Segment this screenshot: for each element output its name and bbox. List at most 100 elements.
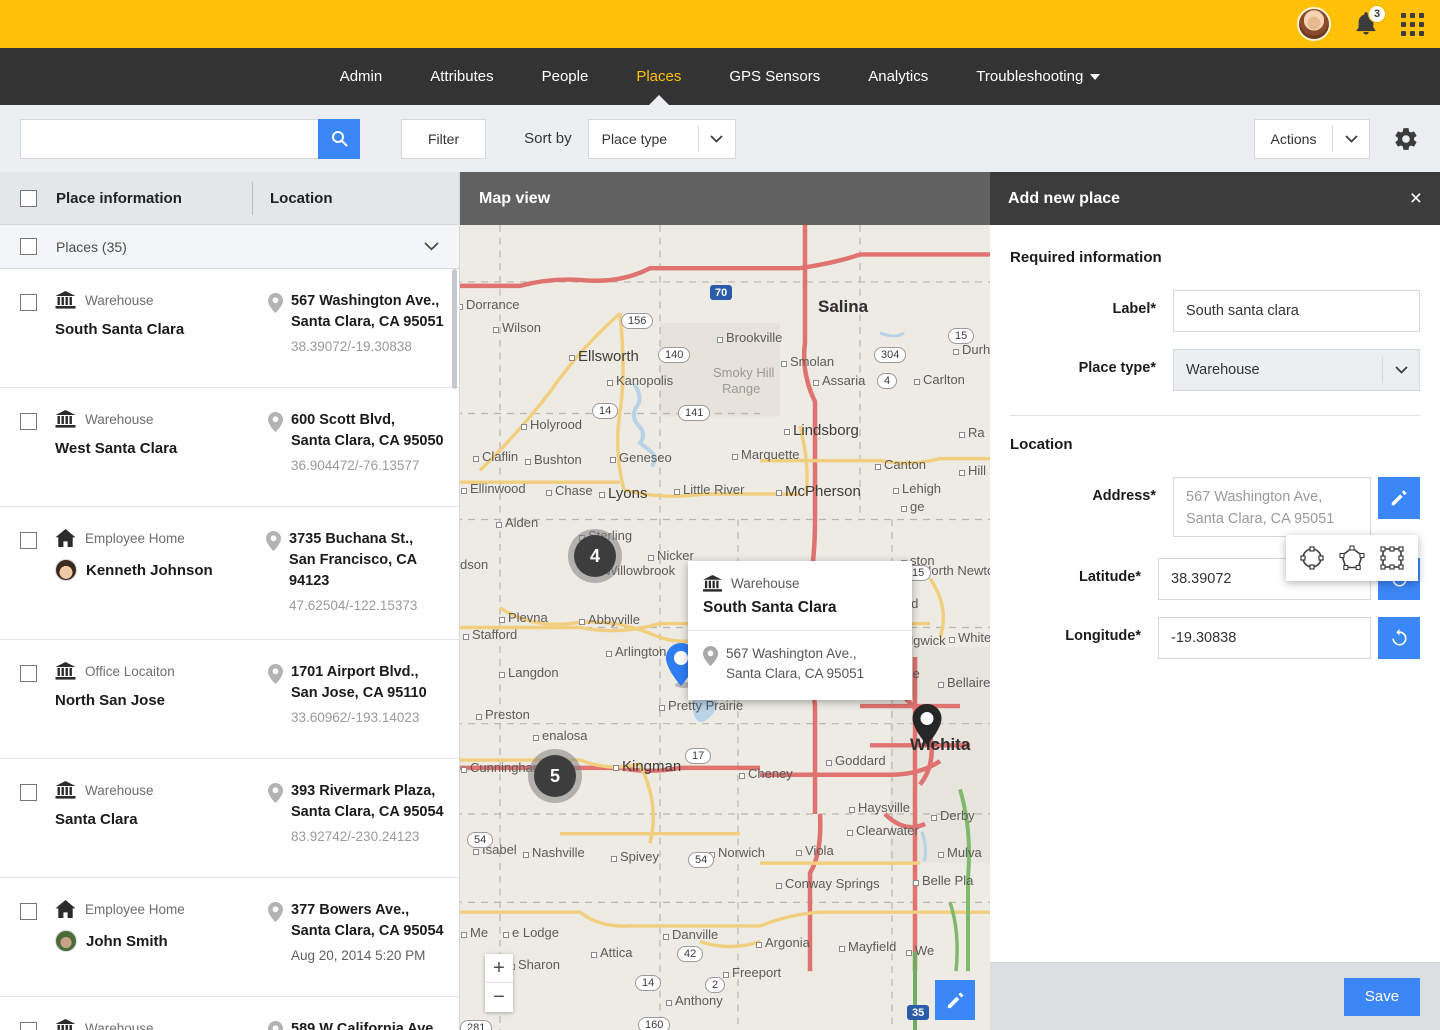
row-name-line: John Smith xyxy=(55,930,251,953)
place-type-label: Place type* xyxy=(1078,360,1156,376)
map-town-marker xyxy=(914,379,920,385)
table-row[interactable]: Employee Home John Smith 377 Bowers Ave.… xyxy=(0,878,459,998)
pentagon-shape-tool[interactable] xyxy=(1332,539,1372,577)
longitude-input[interactable] xyxy=(1158,617,1371,659)
row-type-line: Employee Home xyxy=(55,529,249,547)
address-edit-button[interactable] xyxy=(1378,477,1420,519)
chevron-down-icon[interactable] xyxy=(424,242,439,251)
map-label: Anthony xyxy=(675,993,723,1008)
route-shield: 304 xyxy=(874,347,907,363)
table-row[interactable]: Warehouse West Santa Clara 600 Scott Blv… xyxy=(0,388,459,507)
map-label: Ellinwood xyxy=(470,481,526,496)
save-button[interactable]: Save xyxy=(1344,977,1420,1016)
row-checkbox[interactable] xyxy=(20,784,37,802)
row-place-information: Warehouse South Santa Clara xyxy=(55,291,251,338)
search-input[interactable] xyxy=(20,118,318,159)
row-location-text: 377 Bowers Ave., Santa Clara, CA 95054 A… xyxy=(291,900,444,963)
rectangle-shape-tool[interactable] xyxy=(1372,539,1412,577)
map-label: Stafford xyxy=(472,627,518,642)
apps-grid-icon[interactable] xyxy=(1401,12,1424,36)
row-checkbox[interactable] xyxy=(20,665,37,683)
chevron-down-icon[interactable] xyxy=(1333,134,1369,143)
map-label: Norwich xyxy=(718,845,765,860)
map-label: Assaria xyxy=(822,373,866,388)
row-location: 1701 Airport Blvd., San Jose, CA 95110 3… xyxy=(251,662,427,725)
map-canvas[interactable]: Dorrance Wilson Ellsworth Kanopolis Holyrood… xyxy=(460,225,990,1030)
select-all-checkbox[interactable] xyxy=(20,189,37,207)
row-checkbox[interactable] xyxy=(20,413,37,430)
map-label: McPherson xyxy=(785,483,861,500)
map-label: White xyxy=(958,630,990,645)
map-label: ge xyxy=(910,499,925,514)
map-town-marker xyxy=(938,852,944,858)
map-label: Chase xyxy=(555,483,593,498)
map-town-marker xyxy=(796,850,802,856)
map-label: e Lodge xyxy=(512,925,559,940)
pentagon-shape-icon xyxy=(1339,545,1365,571)
section-required-information: Required information xyxy=(1010,249,1162,266)
list-scrollbar[interactable] xyxy=(452,269,457,389)
table-row[interactable]: Warehouse Santa Clara 393 Rivermark Plaz… xyxy=(0,759,459,879)
row-checkbox[interactable] xyxy=(20,294,37,311)
nav-item-gps-sensors[interactable]: GPS Sensors xyxy=(705,48,844,105)
map-town-marker xyxy=(723,972,729,978)
nav-item-label: People xyxy=(541,68,589,85)
map-town-marker xyxy=(826,760,832,766)
settings-gear-button[interactable] xyxy=(1392,125,1420,153)
close-icon[interactable]: × xyxy=(1410,188,1422,209)
map-zoom-out-button[interactable]: − xyxy=(485,983,513,1012)
group-checkbox[interactable] xyxy=(20,238,37,255)
map-label: Plevna xyxy=(508,610,548,625)
chevron-down-icon xyxy=(1383,366,1419,374)
place-type-value: Warehouse xyxy=(1186,362,1260,378)
filter-button[interactable]: Filter xyxy=(401,118,487,159)
places-group-row[interactable]: Places (35) xyxy=(0,225,459,269)
address-textarea[interactable]: 567 Washington Ave, Santa Clara, CA 9505… xyxy=(1173,477,1371,537)
map-label: Conway Springs xyxy=(785,876,880,891)
nav-item-places[interactable]: Places xyxy=(612,48,705,105)
actions-button[interactable]: Actions xyxy=(1254,118,1370,159)
map-town-marker xyxy=(938,682,944,688)
nav-item-admin[interactable]: Admin xyxy=(316,48,407,105)
table-row[interactable]: Warehouse South Santa Clara 567 Washingt… xyxy=(0,269,459,388)
label-input[interactable] xyxy=(1173,290,1420,332)
row-location-text: 600 Scott Blvd, Santa Clara, CA 95050 36… xyxy=(291,410,444,473)
row-checkbox[interactable] xyxy=(20,1022,37,1030)
user-avatar[interactable] xyxy=(1297,7,1331,41)
map-town-marker xyxy=(499,617,505,623)
search-button[interactable] xyxy=(318,118,360,159)
nav-item-analytics[interactable]: Analytics xyxy=(844,48,952,105)
table-row[interactable]: Office Locaiton North San Jose 1701 Airp… xyxy=(0,640,459,760)
nav-item-attributes[interactable]: Attributes xyxy=(406,48,517,105)
map-cluster-marker[interactable]: 4 xyxy=(568,529,622,583)
map-cluster-marker[interactable]: 5 xyxy=(528,749,582,803)
map-marker-dark[interactable] xyxy=(910,703,944,753)
nav-item-people[interactable]: People xyxy=(518,48,613,105)
row-place-information: Employee Home John Smith xyxy=(55,900,251,953)
row-checkbox[interactable] xyxy=(20,532,37,549)
map-zoom-in-button[interactable]: + xyxy=(485,954,513,983)
map-label: Ra xyxy=(968,425,985,440)
map-town-marker xyxy=(611,856,617,862)
row-location: 377 Bowers Ave., Santa Clara, CA 95054 A… xyxy=(251,900,444,963)
row-checkbox[interactable] xyxy=(20,903,37,921)
places-list[interactable]: Warehouse South Santa Clara 567 Washingt… xyxy=(0,269,459,1030)
table-row[interactable]: Warehouse Sunnyvale 589 W California Ave… xyxy=(0,997,459,1030)
map-label: Arlington xyxy=(615,644,667,659)
place-type-select[interactable]: Warehouse xyxy=(1173,349,1420,391)
table-row[interactable]: Employee Home Kenneth Johnson 3735 Bucha… xyxy=(0,507,459,641)
map-town-marker xyxy=(460,304,463,310)
row-address-line1: 393 Rivermark Plaza, xyxy=(291,783,436,800)
longitude-refresh-button[interactable] xyxy=(1378,617,1420,659)
notifications-button[interactable]: 3 xyxy=(1353,5,1386,39)
circle-shape-tool[interactable] xyxy=(1292,539,1332,577)
sort-select[interactable]: Place type xyxy=(587,118,736,159)
grid-dot xyxy=(1410,30,1415,36)
row-name-line: South Santa Clara xyxy=(55,321,251,338)
map-edit-fab-button[interactable] xyxy=(935,980,975,1020)
row-address: 600 Scott Blvd, Santa Clara, CA 95050 xyxy=(291,410,444,452)
nav-item-troubleshooting[interactable]: Troubleshooting xyxy=(952,48,1124,105)
sort-select-value: Place type xyxy=(601,130,668,147)
map-town-marker xyxy=(599,492,605,498)
map-town-marker xyxy=(610,457,616,463)
